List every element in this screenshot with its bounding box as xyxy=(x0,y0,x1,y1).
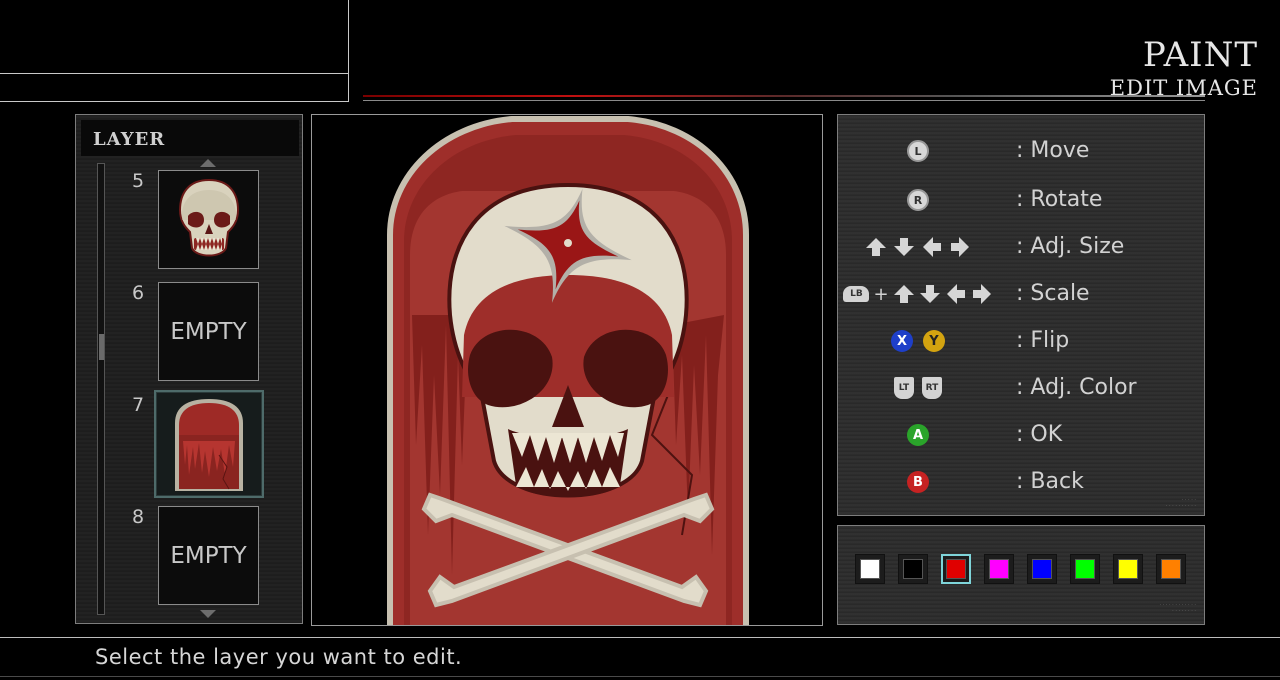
control-label: : Flip xyxy=(1016,328,1070,353)
panel-fine-print: · · · · · · · · · · · · · · · xyxy=(1165,497,1196,509)
color-swatch-blue[interactable] xyxy=(1027,554,1057,584)
page-title: PAINT xyxy=(1142,35,1258,75)
rt-trigger-icon: RT xyxy=(922,377,942,399)
control-row-scale: LB + : Scale xyxy=(838,274,1206,314)
header-accent-line-thin xyxy=(363,100,1205,101)
layer-slot-8[interactable]: EMPTY xyxy=(158,506,259,605)
plus-sign: + xyxy=(873,283,889,305)
control-label: : Rotate xyxy=(1016,187,1103,212)
layer-empty-label: EMPTY xyxy=(170,318,247,345)
color-swatch-yellow[interactable] xyxy=(1113,554,1143,584)
layer-slot-7[interactable] xyxy=(154,390,264,498)
skull-thumbnail-icon xyxy=(178,178,239,256)
footer-hint: Select the layer you want to edit. xyxy=(95,645,463,669)
dpad-left-icon xyxy=(946,284,965,304)
control-row-adj-color: LT RT : Adj. Color xyxy=(838,368,1206,408)
dpad-down-icon xyxy=(894,238,914,256)
swatch-fill xyxy=(946,559,966,579)
control-row-back: B : Back xyxy=(838,462,1206,502)
scroll-up-arrow-icon[interactable] xyxy=(200,159,216,167)
color-swatch-black[interactable] xyxy=(898,554,928,584)
left-stick-icon: L xyxy=(907,140,929,162)
swatch-fill xyxy=(1032,559,1052,579)
swatch-fill xyxy=(989,559,1009,579)
emblem-canvas[interactable] xyxy=(311,114,823,626)
x-button-icon: X xyxy=(891,330,913,352)
color-palette-panel: · · · · · · · · · · · · · · · · · · · · xyxy=(837,525,1205,625)
header-accent-line xyxy=(363,95,1205,97)
panel-fine-print: · · · · · · · · · · · · · · · · · · · · xyxy=(1159,602,1196,614)
color-swatch-orange[interactable] xyxy=(1156,554,1186,584)
control-label: : Adj. Size xyxy=(1016,234,1125,259)
header-panel xyxy=(0,0,349,102)
swatch-fill xyxy=(860,559,880,579)
color-swatch-red[interactable] xyxy=(941,554,971,584)
layer-panel-header: LAYER xyxy=(81,120,299,156)
layer-slot-5[interactable] xyxy=(158,170,259,269)
control-label: : OK xyxy=(1016,422,1063,447)
color-swatch-white[interactable] xyxy=(855,554,885,584)
control-label: : Move xyxy=(1016,138,1090,163)
controls-help-panel: L : Move R : Rotate : Adj. Size LB + : S… xyxy=(837,114,1205,516)
control-row-move: L : Move xyxy=(838,131,1206,171)
swatch-fill xyxy=(1118,559,1138,579)
layer-number: 6 xyxy=(132,282,145,304)
dpad-down-icon xyxy=(919,285,940,303)
layer-panel: LAYER 5 6 EMPTY 7 8 EMPTY xyxy=(75,114,303,624)
swatch-fill xyxy=(1075,559,1095,579)
control-label: : Adj. Color xyxy=(1016,375,1137,400)
dpad-up-icon xyxy=(893,285,914,303)
dpad-right-icon xyxy=(951,237,969,257)
layer-number: 7 xyxy=(132,394,145,416)
b-button-icon: B xyxy=(907,471,929,493)
control-row-rotate: R : Rotate xyxy=(838,180,1206,220)
swatch-fill xyxy=(1161,559,1181,579)
control-row-adj-size: : Adj. Size xyxy=(838,227,1206,267)
dpad-up-icon xyxy=(866,238,886,256)
scroll-down-arrow-icon[interactable] xyxy=(200,610,216,618)
y-button-icon: Y xyxy=(923,330,945,352)
header-divider xyxy=(0,73,348,74)
layer-scrollbar-thumb[interactable] xyxy=(99,334,104,360)
layer-number: 5 xyxy=(132,170,145,192)
layer-panel-title: LAYER xyxy=(93,129,166,150)
layer-scrollbar[interactable] xyxy=(97,163,105,615)
swatch-fill xyxy=(903,559,923,579)
layer-number: 8 xyxy=(132,506,145,528)
footer-divider xyxy=(0,637,1280,638)
layer-empty-label: EMPTY xyxy=(170,542,247,569)
layer-slot-6[interactable]: EMPTY xyxy=(158,282,259,381)
lb-bumper-icon: LB xyxy=(843,286,870,302)
control-label: : Back xyxy=(1016,469,1084,494)
dpad-right-icon xyxy=(972,284,991,304)
right-stick-icon: R xyxy=(907,189,929,211)
skull-crossbones-emblem-icon xyxy=(387,116,749,625)
footer-bottom-line xyxy=(0,676,1280,677)
dpad-left-icon xyxy=(923,237,941,257)
tombstone-thumbnail-icon xyxy=(175,399,243,491)
color-swatch-magenta[interactable] xyxy=(984,554,1014,584)
control-row-flip: X Y : Flip xyxy=(838,321,1206,361)
color-swatch-green[interactable] xyxy=(1070,554,1100,584)
control-row-ok: A : OK xyxy=(838,415,1206,455)
lt-trigger-icon: LT xyxy=(894,377,914,399)
control-label: : Scale xyxy=(1016,281,1090,306)
a-button-icon: A xyxy=(907,424,929,446)
